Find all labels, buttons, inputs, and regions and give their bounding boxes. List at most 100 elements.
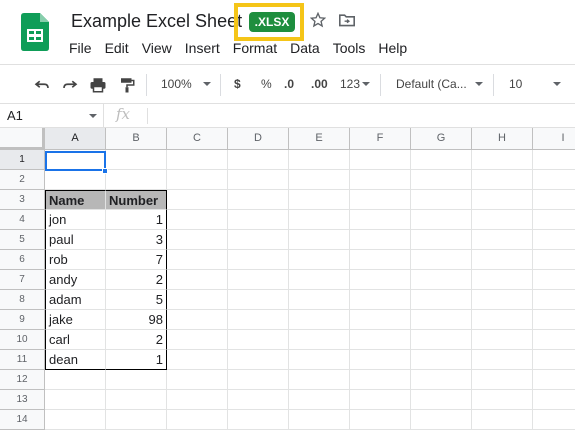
cell-f9[interactable]: [350, 310, 411, 330]
row-header-1[interactable]: 1: [0, 150, 45, 170]
cell-b3[interactable]: Number: [106, 190, 167, 210]
cell-d8[interactable]: [228, 290, 289, 310]
sheets-logo-icon[interactable]: [21, 13, 49, 51]
decrease-decimal-button[interactable]: .0: [284, 77, 294, 91]
row-header-13[interactable]: 13: [0, 390, 45, 410]
cell-c2[interactable]: [167, 170, 228, 190]
row-header-12[interactable]: 12: [0, 370, 45, 390]
cell-f11[interactable]: [350, 350, 411, 370]
cell-b14[interactable]: [106, 410, 167, 430]
cell-g1[interactable]: [411, 150, 472, 170]
cell-h9[interactable]: [472, 310, 533, 330]
cell-i6[interactable]: [533, 250, 575, 270]
cell-e13[interactable]: [289, 390, 350, 410]
cell-i5[interactable]: [533, 230, 575, 250]
cell-a11[interactable]: dean: [45, 350, 106, 370]
menu-tools[interactable]: Tools: [333, 40, 366, 58]
cell-e2[interactable]: [289, 170, 350, 190]
cell-i14[interactable]: [533, 410, 575, 430]
cell-d10[interactable]: [228, 330, 289, 350]
menu-data[interactable]: Data: [290, 40, 320, 58]
row-header-10[interactable]: 10: [0, 330, 45, 350]
cell-d5[interactable]: [228, 230, 289, 250]
cell-i1[interactable]: [533, 150, 575, 170]
cell-e5[interactable]: [289, 230, 350, 250]
cell-g6[interactable]: [411, 250, 472, 270]
cell-h7[interactable]: [472, 270, 533, 290]
cell-e3[interactable]: [289, 190, 350, 210]
cell-c3[interactable]: [167, 190, 228, 210]
row-header-2[interactable]: 2: [0, 170, 45, 190]
cell-i7[interactable]: [533, 270, 575, 290]
column-header-e[interactable]: E: [289, 128, 350, 150]
zoom-select[interactable]: 100%: [161, 77, 192, 91]
cell-h12[interactable]: [472, 370, 533, 390]
star-icon[interactable]: [310, 12, 326, 28]
cell-e9[interactable]: [289, 310, 350, 330]
cell-h11[interactable]: [472, 350, 533, 370]
cell-a2[interactable]: [45, 170, 106, 190]
font-select[interactable]: Default (Ca...: [396, 77, 467, 91]
cell-g9[interactable]: [411, 310, 472, 330]
move-to-folder-icon[interactable]: [339, 13, 355, 27]
cell-f13[interactable]: [350, 390, 411, 410]
cell-a3[interactable]: Name: [45, 190, 106, 210]
cell-b1[interactable]: [106, 150, 167, 170]
cell-a8[interactable]: adam: [45, 290, 106, 310]
row-header-11[interactable]: 11: [0, 350, 45, 370]
cell-e1[interactable]: [289, 150, 350, 170]
fill-handle[interactable]: [102, 168, 108, 174]
cell-f2[interactable]: [350, 170, 411, 190]
cell-e6[interactable]: [289, 250, 350, 270]
cell-g12[interactable]: [411, 370, 472, 390]
cell-h1[interactable]: [472, 150, 533, 170]
cell-f1[interactable]: [350, 150, 411, 170]
cell-a5[interactable]: paul: [45, 230, 106, 250]
cell-d3[interactable]: [228, 190, 289, 210]
cell-h3[interactable]: [472, 190, 533, 210]
menu-help[interactable]: Help: [378, 40, 407, 58]
cell-b7[interactable]: 2: [106, 270, 167, 290]
cell-b10[interactable]: 2: [106, 330, 167, 350]
cell-g5[interactable]: [411, 230, 472, 250]
cell-f10[interactable]: [350, 330, 411, 350]
cell-h10[interactable]: [472, 330, 533, 350]
column-header-c[interactable]: C: [167, 128, 228, 150]
row-header-5[interactable]: 5: [0, 230, 45, 250]
cell-i4[interactable]: [533, 210, 575, 230]
cell-c4[interactable]: [167, 210, 228, 230]
cell-e14[interactable]: [289, 410, 350, 430]
cell-a10[interactable]: carl: [45, 330, 106, 350]
cell-i13[interactable]: [533, 390, 575, 410]
cell-d14[interactable]: [228, 410, 289, 430]
cell-h14[interactable]: [472, 410, 533, 430]
more-formats-button[interactable]: 123: [340, 77, 360, 91]
column-header-g[interactable]: G: [411, 128, 472, 150]
cell-e11[interactable]: [289, 350, 350, 370]
row-header-8[interactable]: 8: [0, 290, 45, 310]
cell-a13[interactable]: [45, 390, 106, 410]
cell-h5[interactable]: [472, 230, 533, 250]
cell-f4[interactable]: [350, 210, 411, 230]
cell-c6[interactable]: [167, 250, 228, 270]
cell-c7[interactable]: [167, 270, 228, 290]
menu-format[interactable]: Format: [233, 40, 277, 58]
cell-i12[interactable]: [533, 370, 575, 390]
cell-e8[interactable]: [289, 290, 350, 310]
row-header-14[interactable]: 14: [0, 410, 45, 430]
cell-g10[interactable]: [411, 330, 472, 350]
cell-e10[interactable]: [289, 330, 350, 350]
cell-g2[interactable]: [411, 170, 472, 190]
column-header-h[interactable]: H: [472, 128, 533, 150]
cell-h6[interactable]: [472, 250, 533, 270]
document-title[interactable]: Example Excel Sheet: [71, 11, 242, 32]
cell-g7[interactable]: [411, 270, 472, 290]
row-header-7[interactable]: 7: [0, 270, 45, 290]
cell-b5[interactable]: 3: [106, 230, 167, 250]
cell-h8[interactable]: [472, 290, 533, 310]
column-header-b[interactable]: B: [106, 128, 167, 150]
cell-c10[interactable]: [167, 330, 228, 350]
cell-c14[interactable]: [167, 410, 228, 430]
cell-d6[interactable]: [228, 250, 289, 270]
cell-e7[interactable]: [289, 270, 350, 290]
